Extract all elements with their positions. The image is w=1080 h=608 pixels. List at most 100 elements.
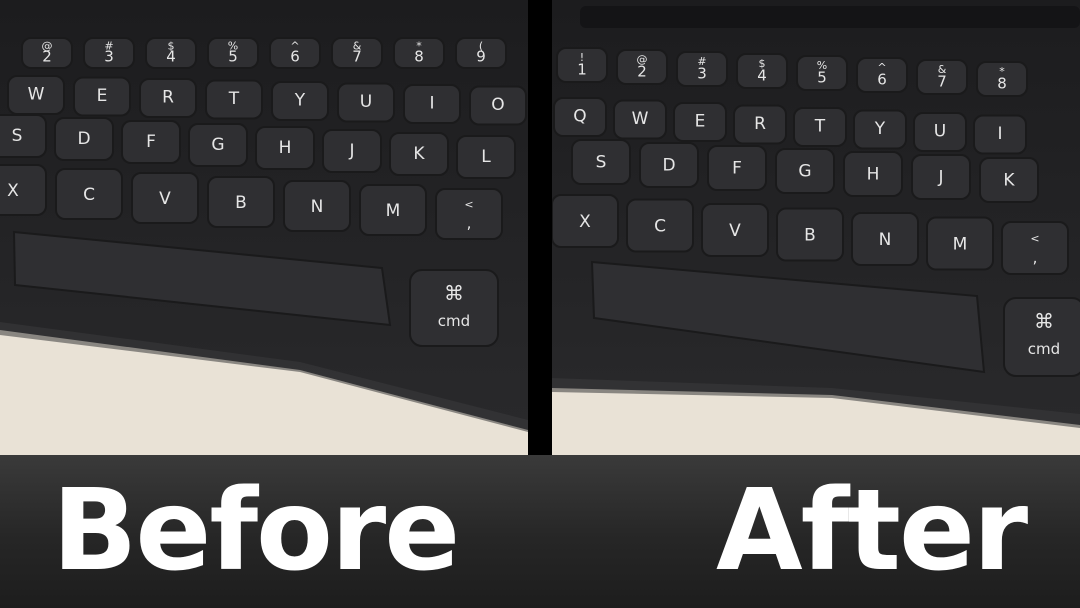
- key-s: S: [571, 139, 631, 185]
- key-cmd: ⌘ cmd: [1003, 297, 1080, 377]
- key-8: *8: [393, 37, 445, 69]
- key-d: D: [54, 117, 114, 161]
- key-u: U: [913, 112, 967, 152]
- after-keyboard-illustration: !1@2#3$4%5^6&7*8 Q W E R T Y U I S D F G H J K X C V B N M <, ⌘…: [552, 0, 1080, 455]
- key-label: 3: [104, 47, 114, 65]
- key-label: K: [1003, 170, 1015, 190]
- key-label: N: [311, 197, 324, 217]
- before-after-comparison: @2 #3 $4% 5 ^ 6 & 7 * 8(9 W E R T Y U I O S D F G H J K L X C V B N M <,…: [0, 0, 1080, 608]
- key-label: T: [228, 89, 240, 109]
- key-k: K: [389, 132, 449, 176]
- key-label: 6: [290, 47, 300, 65]
- before-keyboard-illustration: @2 #3 $4 %5 ^6&7 *8 (9 W E R T Y U I O S D F G H J K L X C V B N M <,…: [0, 0, 528, 455]
- key-label: G: [211, 135, 224, 155]
- key-k: K: [979, 157, 1039, 203]
- key-m: M: [359, 184, 427, 236]
- key-label: 2: [42, 47, 52, 65]
- key-label: R: [754, 114, 766, 134]
- key-d: D: [639, 142, 699, 188]
- key-label: U: [934, 122, 946, 142]
- key-f: F: [121, 120, 181, 164]
- key-label: 5: [817, 69, 827, 87]
- key-label: 9: [476, 47, 486, 65]
- key-label: 6: [877, 71, 887, 89]
- key-3: #3: [676, 51, 728, 87]
- after-keyboard-photo: ! 1 @2 #3 $4% 5 ^ 6 & 7 * 8 Q W E R T Y U I S D F G H J K X C V B N M <, ⌘…: [552, 0, 1080, 455]
- key-comma: <,: [435, 188, 503, 240]
- key-w: W: [7, 75, 65, 115]
- key-label: C: [654, 217, 666, 237]
- key-g: G: [775, 148, 835, 194]
- key-label: N: [879, 230, 892, 250]
- key-label: H: [867, 164, 880, 184]
- key-cmd: ⌘ cmd: [409, 269, 499, 347]
- key-4: $4: [145, 37, 197, 69]
- key-label: 7: [352, 47, 362, 65]
- key-shift-label: <: [1030, 232, 1039, 245]
- key-c: C: [626, 198, 694, 253]
- key-4: $4: [736, 53, 788, 89]
- key-7: &7: [916, 59, 968, 95]
- key-h: H: [843, 151, 903, 197]
- key-label: ,: [1033, 249, 1038, 267]
- key-label: W: [28, 85, 45, 105]
- key-label: 8: [997, 75, 1007, 93]
- key-g: G: [188, 123, 248, 167]
- caption-bar: Before After: [0, 455, 1080, 608]
- key-label: G: [798, 161, 811, 181]
- key-label: X: [579, 212, 591, 232]
- key-label: I: [997, 124, 1002, 144]
- key-label: O: [491, 95, 504, 115]
- key-n: N: [851, 212, 919, 266]
- key-6: ^6: [269, 37, 321, 69]
- key-label: 3: [697, 65, 707, 83]
- key-y: Y: [853, 109, 907, 150]
- key-j: J: [911, 154, 971, 200]
- key-h: H: [255, 126, 315, 170]
- key-label: F: [146, 132, 156, 152]
- key-5: %5: [796, 55, 848, 91]
- key-v: V: [701, 203, 769, 257]
- key-s: S: [0, 114, 47, 158]
- key-l: L: [456, 135, 516, 179]
- key-label: 1: [577, 61, 587, 79]
- key-label: R: [162, 88, 174, 108]
- key-label: Q: [573, 107, 586, 127]
- key-r: R: [139, 78, 197, 118]
- key-label: M: [386, 201, 401, 221]
- key-label: 4: [166, 47, 176, 65]
- key-j: J: [322, 129, 382, 173]
- key-label: B: [235, 193, 247, 213]
- before-caption: Before: [52, 466, 460, 596]
- key-9: (9: [455, 37, 507, 69]
- key-b: B: [207, 176, 275, 228]
- key-t: T: [793, 107, 847, 147]
- key-label: M: [953, 235, 968, 255]
- key-o: O: [469, 85, 527, 126]
- key-n: N: [283, 180, 351, 232]
- key-3: #3: [83, 37, 135, 69]
- key-v: V: [131, 172, 199, 224]
- key-label: V: [159, 189, 171, 209]
- key-x: X: [0, 164, 47, 216]
- key-i: I: [403, 84, 461, 124]
- key-e: E: [73, 76, 131, 117]
- key-e: E: [673, 102, 727, 142]
- key-i: I: [973, 114, 1027, 155]
- key-6: ^6: [856, 57, 908, 93]
- key-t: T: [205, 79, 263, 120]
- key-label: 5: [228, 47, 238, 65]
- key-label: S: [12, 126, 23, 146]
- key-label: E: [97, 86, 108, 106]
- key-m: M: [926, 216, 994, 271]
- key-w: W: [613, 99, 667, 140]
- key-label: W: [632, 109, 649, 129]
- key-label: S: [596, 152, 607, 172]
- before-keyboard-photo: @2 #3 $4 % 5 ^ 6 & 7 * 8 (9 W E R T Y U I O S D F G H J K L X C V B N M <,…: [0, 0, 528, 455]
- key-label: J: [937, 167, 943, 187]
- cmd-symbol: ⌘: [444, 281, 464, 305]
- key-label: C: [83, 185, 95, 205]
- key-label: 4: [757, 67, 767, 85]
- key-label: Y: [874, 119, 886, 139]
- key-7: &7: [331, 37, 383, 69]
